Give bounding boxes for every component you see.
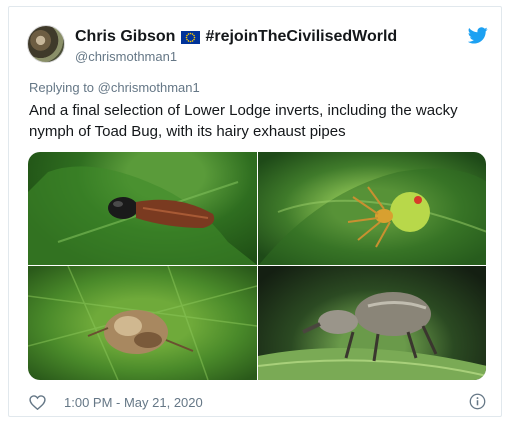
photo-weevil[interactable]	[258, 266, 486, 380]
author-handle[interactable]: @chrismothman1	[75, 49, 177, 64]
author-line[interactable]: Chris Gibson #rejoinTheCivilisedWorld	[75, 27, 397, 47]
tweet-footer: 1:00 PM - May 21, 2020	[29, 393, 203, 411]
eu-flag-icon	[181, 30, 201, 44]
avatar[interactable]	[27, 25, 65, 63]
heart-icon[interactable]	[29, 394, 46, 410]
twitter-bird-icon[interactable]	[468, 27, 488, 44]
media-grid	[28, 152, 486, 380]
hashtag-in-name: #rejoinTheCivilisedWorld	[205, 28, 398, 45]
display-name[interactable]: Chris Gibson	[75, 28, 175, 46]
tweet-card: Chris Gibson #rejoinTheCivilisedWorld @c…	[8, 6, 502, 417]
replying-to-line: Replying to @chrismothman1	[29, 80, 200, 95]
replying-to-handle[interactable]: @chrismothman1	[98, 80, 200, 95]
replying-prefix: Replying to	[29, 80, 95, 95]
info-icon[interactable]	[469, 393, 486, 410]
photo-click-beetle[interactable]	[28, 152, 257, 265]
tweet-timestamp[interactable]: 1:00 PM - May 21, 2020	[64, 395, 203, 410]
photo-toad-bug-nymph[interactable]	[28, 266, 257, 380]
photo-cucumber-spider[interactable]	[258, 152, 486, 265]
tweet-text: And a final selection of Lower Lodge inv…	[29, 102, 458, 140]
